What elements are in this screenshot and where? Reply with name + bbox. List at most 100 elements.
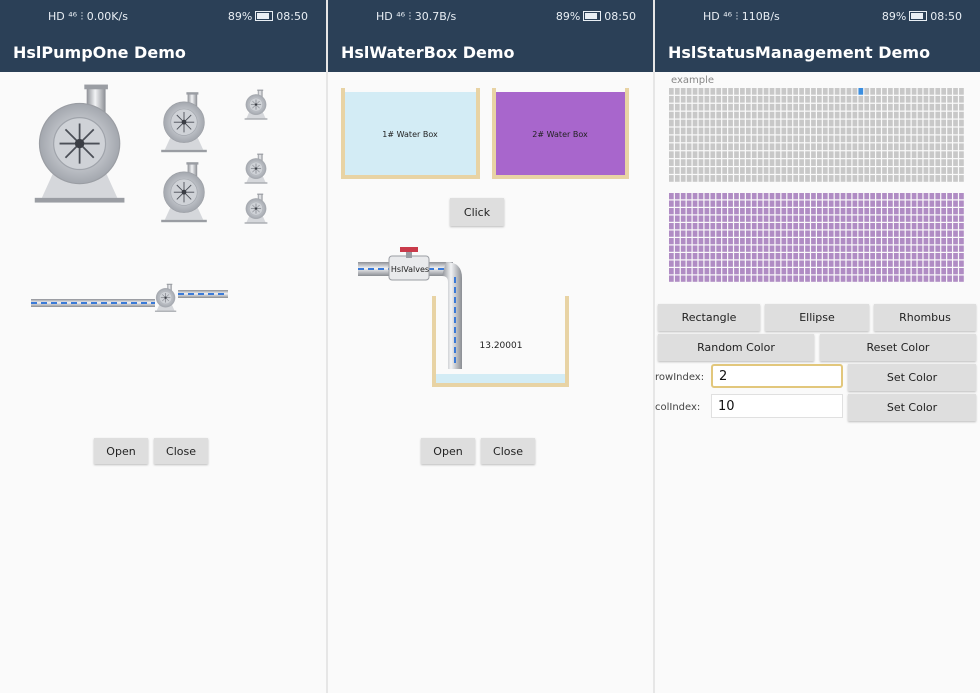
status-cell[interactable]: [929, 159, 935, 166]
status-cell[interactable]: [734, 200, 739, 207]
status-cell[interactable]: [893, 95, 899, 103]
status-cell[interactable]: [817, 111, 822, 119]
status-cell[interactable]: [864, 238, 870, 245]
status-cell[interactable]: [834, 230, 840, 237]
status-cell[interactable]: [745, 245, 751, 252]
status-cell[interactable]: [799, 200, 804, 207]
status-cell[interactable]: [763, 245, 769, 252]
status-cell[interactable]: [787, 193, 793, 200]
status-cell[interactable]: [787, 268, 793, 275]
status-cell[interactable]: [734, 223, 739, 230]
status-cell[interactable]: [734, 215, 739, 222]
status-cell[interactable]: [763, 159, 769, 166]
status-cell[interactable]: [864, 223, 870, 230]
status-cell[interactable]: [757, 103, 763, 111]
status-cell[interactable]: [781, 175, 787, 182]
status-cell[interactable]: [876, 253, 881, 260]
status-cell[interactable]: [858, 215, 864, 222]
status-cell[interactable]: [864, 275, 870, 282]
status-cell[interactable]: [882, 215, 887, 222]
status-cell[interactable]: [828, 260, 834, 267]
status-cell[interactable]: [745, 238, 751, 245]
status-cell[interactable]: [781, 253, 787, 260]
status-cell[interactable]: [734, 230, 739, 237]
status-cell[interactable]: [745, 167, 751, 174]
status-cell[interactable]: [840, 95, 846, 103]
status-cell[interactable]: [929, 238, 935, 245]
status-cell[interactable]: [728, 268, 733, 275]
status-cell[interactable]: [769, 167, 775, 174]
status-cell[interactable]: [947, 245, 952, 252]
status-cell[interactable]: [941, 119, 947, 127]
status-cell[interactable]: [745, 193, 751, 200]
status-cell[interactable]: [935, 208, 941, 215]
status-cell[interactable]: [923, 135, 929, 143]
status-cell[interactable]: [905, 260, 911, 267]
status-cell[interactable]: [680, 95, 686, 103]
status-cell[interactable]: [811, 200, 816, 207]
status-cell[interactable]: [893, 159, 899, 166]
status-cell[interactable]: [728, 167, 733, 174]
status-cell[interactable]: [947, 103, 952, 111]
status-cell[interactable]: [852, 135, 858, 143]
status-cell[interactable]: [911, 88, 917, 95]
status-cell[interactable]: [929, 215, 935, 222]
status-cell[interactable]: [953, 119, 958, 127]
status-cell[interactable]: [864, 119, 870, 127]
status-cell[interactable]: [793, 200, 799, 207]
status-cell[interactable]: [669, 111, 674, 119]
status-cell[interactable]: [757, 151, 763, 159]
status-cell[interactable]: [864, 208, 870, 215]
status-cell[interactable]: [669, 268, 674, 275]
status-cell[interactable]: [674, 275, 680, 282]
status-cell[interactable]: [905, 159, 911, 166]
status-cell[interactable]: [728, 260, 733, 267]
status-cell[interactable]: [686, 127, 692, 135]
status-cell[interactable]: [888, 167, 893, 174]
status-cell[interactable]: [757, 215, 763, 222]
status-cell[interactable]: [686, 268, 692, 275]
status-cell[interactable]: [704, 223, 710, 230]
status-cell[interactable]: [846, 260, 852, 267]
status-cell[interactable]: [852, 245, 858, 252]
status-cell[interactable]: [787, 208, 793, 215]
status-cell[interactable]: [876, 193, 881, 200]
status-cell[interactable]: [710, 143, 716, 151]
status-cell[interactable]: [935, 223, 941, 230]
status-cell[interactable]: [793, 95, 799, 103]
status-cell[interactable]: [953, 260, 958, 267]
status-cell[interactable]: [888, 223, 893, 230]
status-cell[interactable]: [799, 193, 804, 200]
status-cell[interactable]: [775, 193, 781, 200]
status-cell[interactable]: [911, 223, 917, 230]
status-cell[interactable]: [692, 103, 698, 111]
status-cell[interactable]: [929, 193, 935, 200]
status-cell[interactable]: [858, 159, 864, 166]
status-cell[interactable]: [669, 159, 674, 166]
status-cell[interactable]: [935, 245, 941, 252]
status-cell[interactable]: [698, 200, 704, 207]
status-cell[interactable]: [680, 151, 686, 159]
status-cell[interactable]: [763, 253, 769, 260]
status-cell[interactable]: [882, 127, 887, 135]
status-cell[interactable]: [698, 135, 704, 143]
status-cell[interactable]: [669, 260, 674, 267]
status-cell[interactable]: [941, 230, 947, 237]
status-cell[interactable]: [947, 111, 952, 119]
status-cell[interactable]: [852, 200, 858, 207]
status-cell[interactable]: [828, 88, 834, 95]
status-cell[interactable]: [710, 238, 716, 245]
status-cell[interactable]: [828, 143, 834, 151]
status-cell[interactable]: [899, 200, 905, 207]
status-cell[interactable]: [858, 253, 864, 260]
status-cell[interactable]: [882, 200, 887, 207]
status-cell[interactable]: [941, 159, 947, 166]
status-cell[interactable]: [840, 245, 846, 252]
status-cell[interactable]: [923, 253, 929, 260]
status-cell[interactable]: [953, 175, 958, 182]
status-cell[interactable]: [888, 208, 893, 215]
status-cell[interactable]: [763, 119, 769, 127]
status-cell[interactable]: [864, 159, 870, 166]
status-cell[interactable]: [781, 119, 787, 127]
status-cell[interactable]: [935, 159, 941, 166]
